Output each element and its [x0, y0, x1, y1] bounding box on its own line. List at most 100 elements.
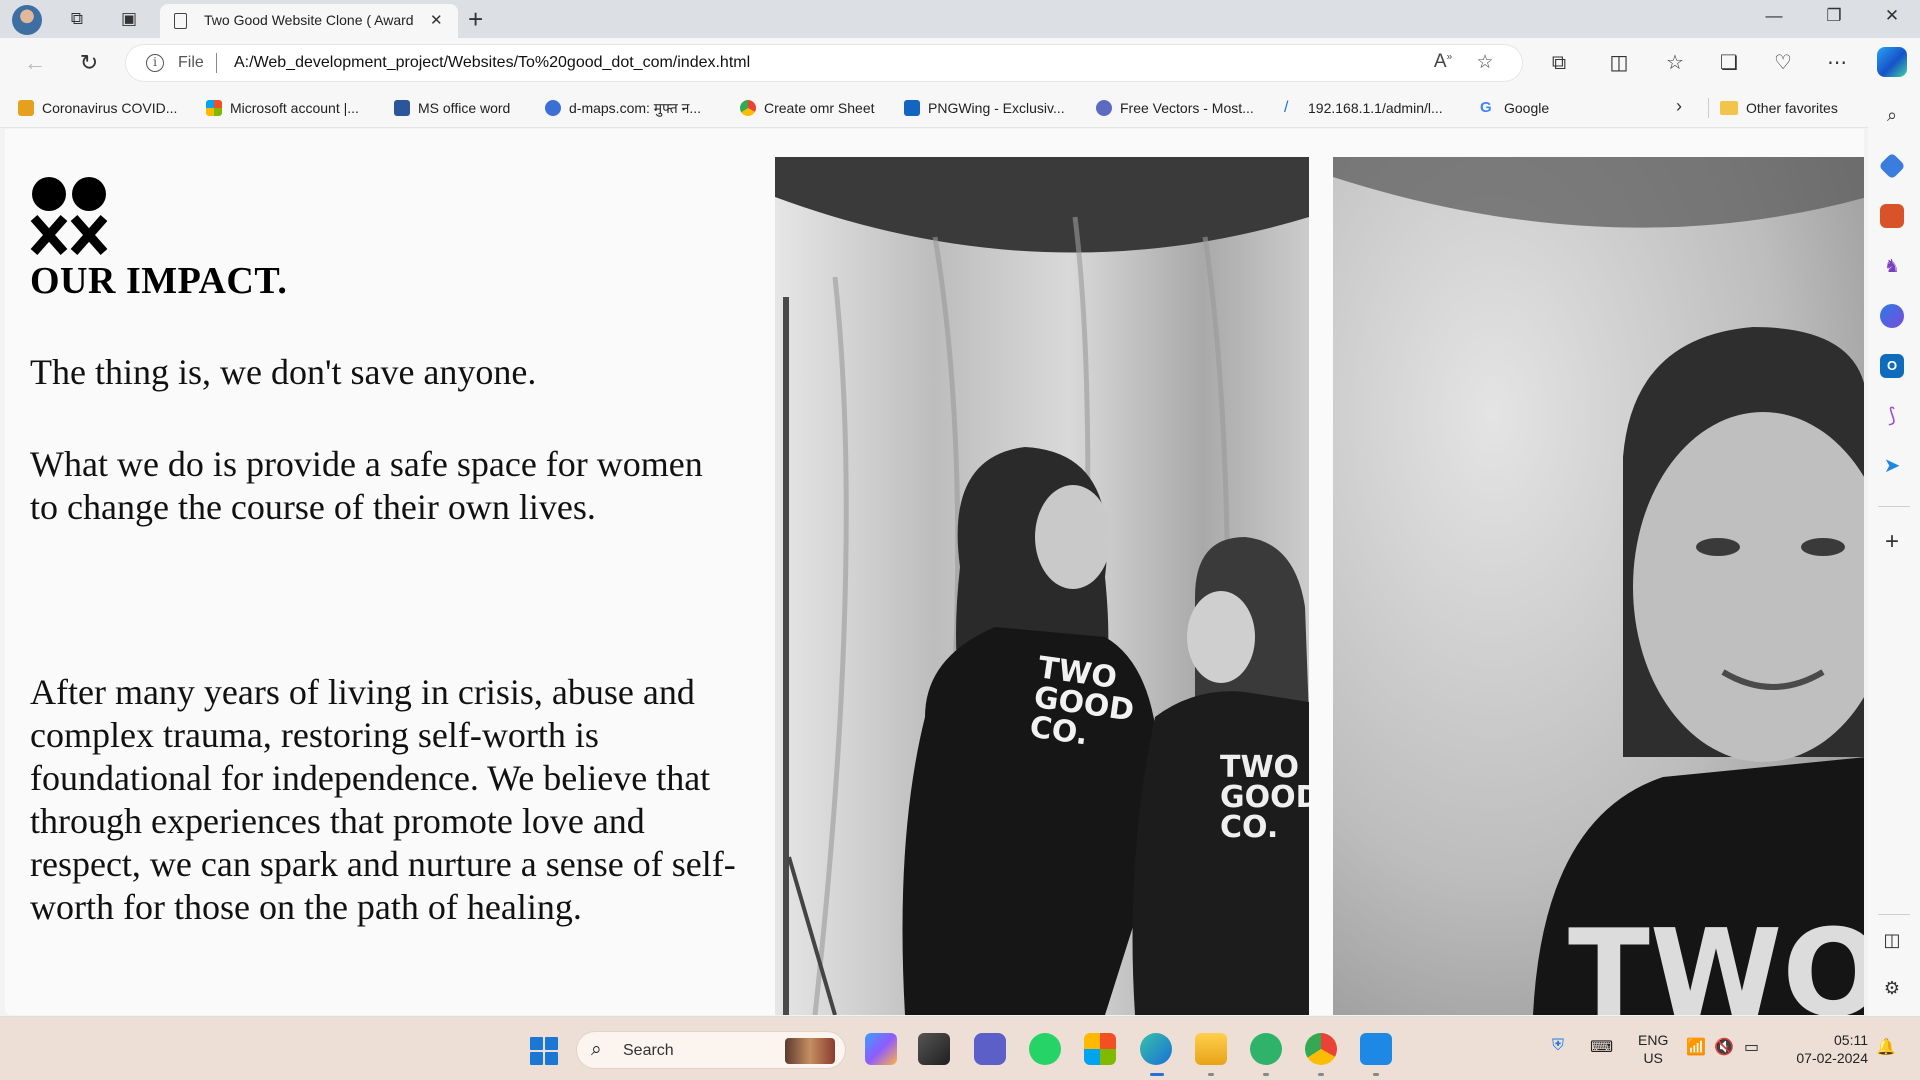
microsoft-favicon-icon [206, 100, 222, 116]
google-favicon-icon: G [1480, 99, 1492, 116]
tab-title: Two Good Website Clone ( Award [204, 12, 414, 28]
shopping-tag-icon[interactable] [1878, 152, 1906, 180]
close-window-button[interactable]: ✕ [1870, 6, 1914, 26]
omr-favicon-icon [740, 100, 756, 116]
more-options-icon[interactable]: ⋯ [1822, 50, 1852, 76]
add-sidebar-app-icon[interactable]: + [1880, 530, 1904, 554]
teams-chat-icon[interactable] [974, 1033, 1006, 1065]
file-explorer-icon[interactable] [1195, 1033, 1227, 1076]
search-placeholder: Search [623, 1042, 674, 1059]
covid-favicon-icon [18, 100, 34, 116]
chrome-icon[interactable] [1305, 1033, 1337, 1076]
tools-briefcase-icon[interactable] [1880, 204, 1904, 228]
notification-bell-icon[interactable]: 🔔 [1876, 1037, 1896, 1057]
title-bar: ⧉ ▣ Two Good Website Clone ( Award ✕ + —… [0, 0, 1920, 38]
wifi-icon[interactable]: 📶 [1686, 1037, 1706, 1057]
safe-space-line-1: What we do is provide a safe space for w… [30, 444, 703, 484]
region-code: US [1643, 1050, 1663, 1066]
favorites-icon[interactable]: ☆ [1660, 50, 1690, 76]
outlook-icon[interactable]: O [1880, 354, 1904, 378]
sidebar-divider [1878, 914, 1910, 915]
vertical-tabs-icon[interactable]: ▣ [118, 8, 140, 30]
vecteezy-favicon-icon [1096, 100, 1112, 116]
games-icon[interactable]: ♞ [1880, 254, 1904, 278]
active-tab[interactable]: Two Good Website Clone ( Award ✕ [160, 4, 458, 38]
favorite-star-icon[interactable]: ☆ [1472, 51, 1498, 74]
sidebar-search-icon[interactable]: ⌕ [1880, 103, 1904, 127]
battery-icon[interactable]: ▭ [1744, 1037, 1759, 1057]
favorites-bar: Coronavirus COVID... Microsoft account |… [0, 88, 1868, 128]
favorite-item[interactable]: Create omr Sheet [740, 98, 875, 118]
address-separator [216, 53, 217, 73]
clock-date: 07-02-2024 [1796, 1050, 1868, 1066]
windows-taskbar: ⌕ Search ⛨ ⌨ ENG US 📶 🔇 ▭ 05:11 07-02-20… [0, 1016, 1920, 1080]
sidebar-divider [1878, 506, 1910, 507]
favorite-item[interactable]: MS office word [394, 98, 510, 118]
page-viewport: OUR IMPACT. The thing is, we don't save … [5, 129, 1864, 1015]
url-text[interactable]: A:/Web_development_project/Websites/To%2… [234, 54, 750, 72]
other-favorites-folder[interactable]: Other favorites [1720, 98, 1838, 118]
photo-portrait-illustration: TWO [1333, 157, 1864, 1015]
vscode-icon[interactable] [1360, 1033, 1392, 1076]
favorite-item[interactable]: Free Vectors - Most... [1096, 98, 1254, 118]
page-icon [174, 13, 187, 29]
designer-icon[interactable]: ⟆ [1880, 404, 1904, 428]
microsoft-365-icon[interactable] [1880, 304, 1904, 328]
safe-space-paragraph: What we do is provide a safe space for w… [30, 443, 750, 529]
minimize-button[interactable]: — [1752, 6, 1796, 26]
site-info-icon[interactable]: i [146, 54, 164, 72]
sidebar-settings-gear-icon[interactable]: ⚙ [1880, 976, 1904, 1000]
restore-button[interactable]: ❐ [1812, 6, 1856, 26]
impact-statement: The thing is, we don't save anyone. [30, 352, 537, 392]
edge-browser-icon[interactable] [1140, 1033, 1172, 1076]
language-indicator[interactable]: ENG US [1638, 1031, 1668, 1067]
browser-toolbar: ← ↻ i File A:/Web_development_project/We… [0, 38, 1920, 88]
copilot-preview-app-icon[interactable] [865, 1033, 897, 1065]
impact-heading: OUR IMPACT. [30, 260, 288, 302]
keyboard-icon[interactable]: ⌨ [1590, 1037, 1613, 1057]
read-aloud-icon[interactable]: A» [1430, 51, 1456, 73]
favorite-item[interactable]: / 192.168.1.1/admin/l... [1284, 98, 1443, 118]
split-screen-icon[interactable]: ◫ [1604, 50, 1634, 76]
refresh-button[interactable]: ↻ [74, 50, 104, 76]
extensions-icon[interactable]: ⧉ [1544, 50, 1574, 76]
folder-icon [1720, 101, 1738, 115]
new-tab-button[interactable]: + [468, 4, 483, 34]
language-code: ENG [1638, 1032, 1669, 1048]
system-clock[interactable]: 05:11 07-02-2024 [1786, 1031, 1868, 1067]
favorite-item[interactable]: G Google [1480, 98, 1549, 118]
collections-icon[interactable]: ❏ [1714, 50, 1744, 76]
self-worth-paragraph: After many years of living in crisis, ab… [30, 672, 736, 927]
more-favorites-chevron-icon[interactable]: › [1676, 96, 1682, 117]
photo2-shirt-text: TWO [1568, 905, 1864, 1015]
favorite-item[interactable]: Microsoft account |... [206, 98, 359, 118]
hide-sidebar-icon[interactable]: ◫ [1880, 928, 1904, 952]
impact-photo-two-women: TWOGOODCO. TWO GOOD CO. [775, 157, 1309, 1015]
two-good-logo [30, 177, 108, 255]
task-view-icon[interactable] [918, 1033, 950, 1065]
profile-avatar[interactable] [12, 5, 42, 35]
workspaces-icon[interactable]: ⧉ [66, 8, 88, 30]
start-button[interactable] [530, 1037, 558, 1065]
favorite-item[interactable]: d-maps.com: मुफ्त न... [545, 98, 701, 118]
favorite-item[interactable]: Coronavirus COVID... [18, 98, 177, 118]
favorite-item[interactable]: PNGWing - Exclusiv... [904, 98, 1065, 118]
pngwing-favicon-icon [904, 100, 920, 116]
router-favicon-icon: / [1284, 99, 1289, 116]
taskbar-search[interactable]: ⌕ Search [576, 1031, 846, 1069]
safe-space-line-2: to change the course of their own lives. [30, 487, 596, 527]
search-highlight-image [785, 1038, 835, 1064]
fiverr-app-icon[interactable] [1250, 1033, 1282, 1076]
close-tab-icon[interactable]: ✕ [430, 11, 443, 29]
whatsapp-icon[interactable] [1029, 1033, 1061, 1065]
microsoft-store-icon[interactable] [1084, 1033, 1116, 1065]
copilot-icon[interactable] [1877, 47, 1907, 77]
defender-shield-icon[interactable]: ⛨ [1552, 1037, 1564, 1055]
dmaps-favicon-icon [545, 100, 561, 116]
impact-photo-portrait: TWO [1333, 157, 1864, 1015]
back-button[interactable]: ← [20, 50, 50, 76]
address-bar[interactable]: i File A:/Web_development_project/Websit… [126, 45, 1522, 81]
drop-send-icon[interactable]: ➤ [1880, 454, 1904, 478]
browser-essentials-icon[interactable]: ♡ [1768, 50, 1798, 76]
volume-muted-icon[interactable]: 🔇 [1714, 1037, 1734, 1057]
